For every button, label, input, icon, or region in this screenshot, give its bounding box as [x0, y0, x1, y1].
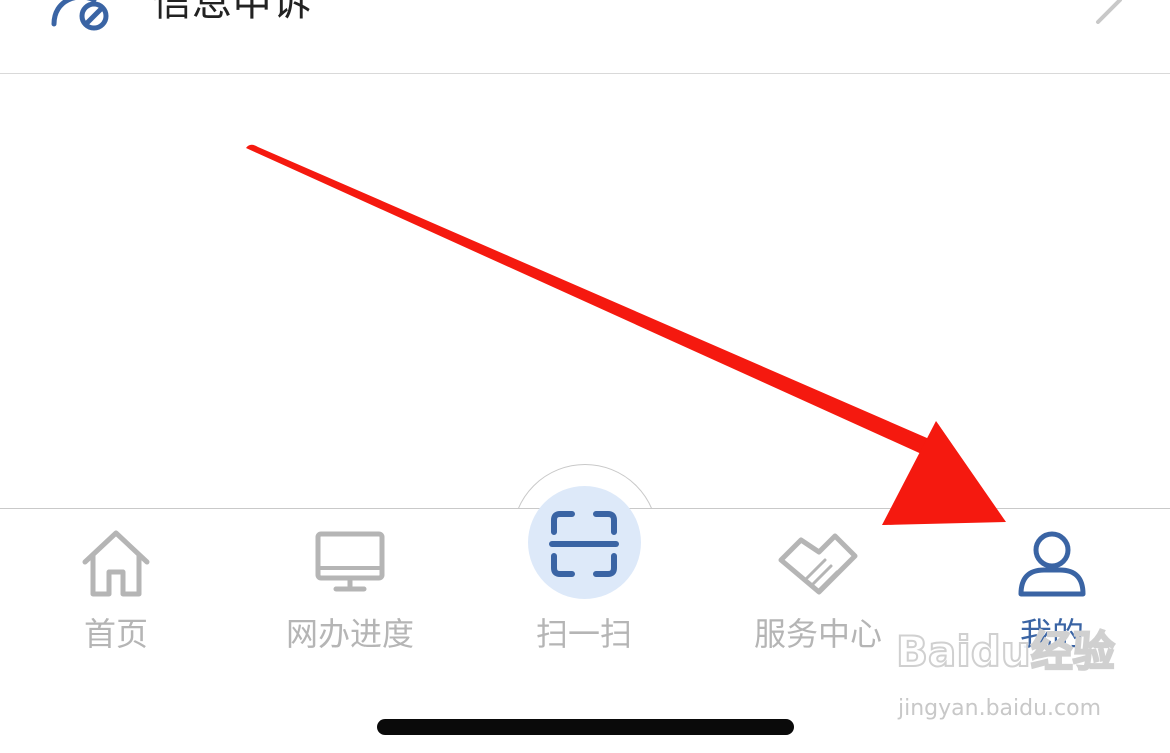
handshake-icon [778, 533, 858, 595]
appeal-list-item[interactable]: 信息申诉 [0, 0, 1170, 74]
tab-scan-label: 扫一扫 [535, 615, 632, 653]
tab-service-center-label: 服务中心 [753, 615, 882, 653]
tab-progress[interactable]: 网办进度 [262, 510, 438, 660]
baidu-watermark: Baidu经验 jingyan.baidu.com [895, 622, 1116, 732]
user-icon [1018, 531, 1086, 597]
tab-home[interactable]: 首页 [46, 510, 186, 660]
appeal-icon [51, 0, 109, 31]
tab-scan[interactable]: 扫一扫 [514, 510, 654, 660]
tab-service-center[interactable]: 服务中心 [730, 510, 906, 660]
monitor-icon [315, 531, 385, 592]
tab-home-label: 首页 [83, 615, 148, 653]
watermark-brand: Baidu经验 [895, 626, 1116, 677]
tab-progress-label: 网办进度 [285, 615, 414, 653]
appeal-label: 信息申诉 [152, 0, 312, 25]
chevron-right-icon [1096, 0, 1122, 24]
home-indicator[interactable] [377, 719, 794, 735]
watermark-url: jingyan.baidu.com [898, 696, 1102, 721]
home-icon [82, 530, 150, 597]
content-area [0, 75, 1170, 508]
